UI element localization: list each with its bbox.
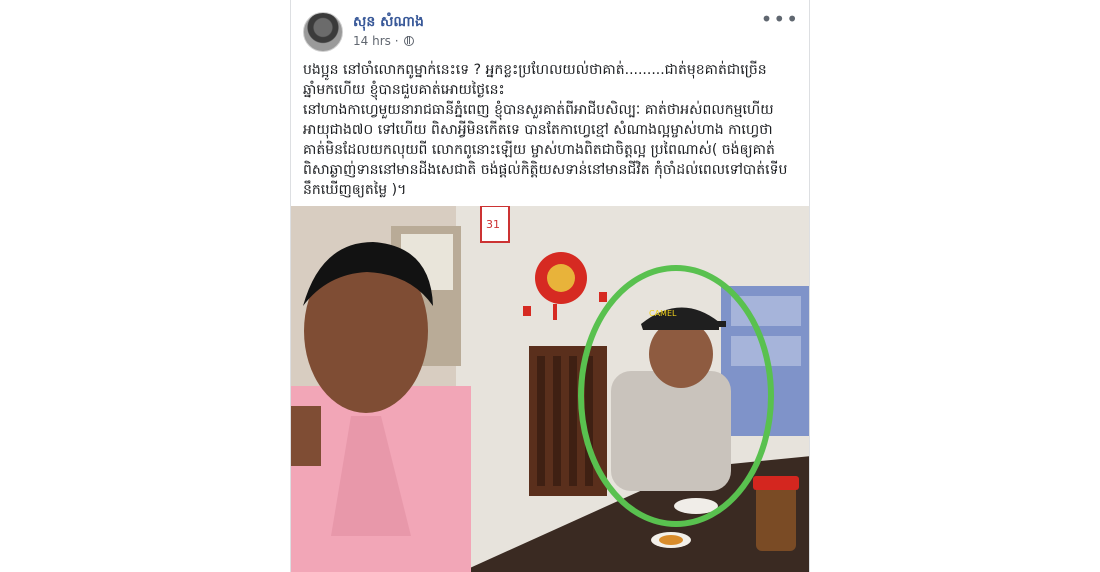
- cap-text: CAMEL: [649, 309, 677, 318]
- author-avatar[interactable]: [303, 12, 343, 52]
- facebook-post-card: សុន សំណាង 14 hrs · ••• បងប្អូន នៅចាំលោកព…: [290, 0, 810, 572]
- post-photo[interactable]: 31 CAMEL: [291, 206, 809, 572]
- calendar-number: 31: [486, 218, 500, 231]
- post-text: បងប្អូន នៅចាំលោកពូម្នាក់នេះទេ ? អ្នកខ្លះ…: [303, 62, 788, 198]
- globe-icon[interactable]: [404, 36, 415, 46]
- post-timestamp[interactable]: 14 hrs: [353, 34, 391, 48]
- photo-illustration: 31 CAMEL: [291, 206, 809, 572]
- author-name[interactable]: សុន សំណាង: [353, 12, 424, 33]
- post-header: សុន សំណាង 14 hrs · •••: [303, 9, 799, 54]
- meta-separator: ·: [394, 34, 399, 48]
- more-options-icon[interactable]: •••: [761, 9, 799, 29]
- post-meta: 14 hrs ·: [353, 34, 415, 48]
